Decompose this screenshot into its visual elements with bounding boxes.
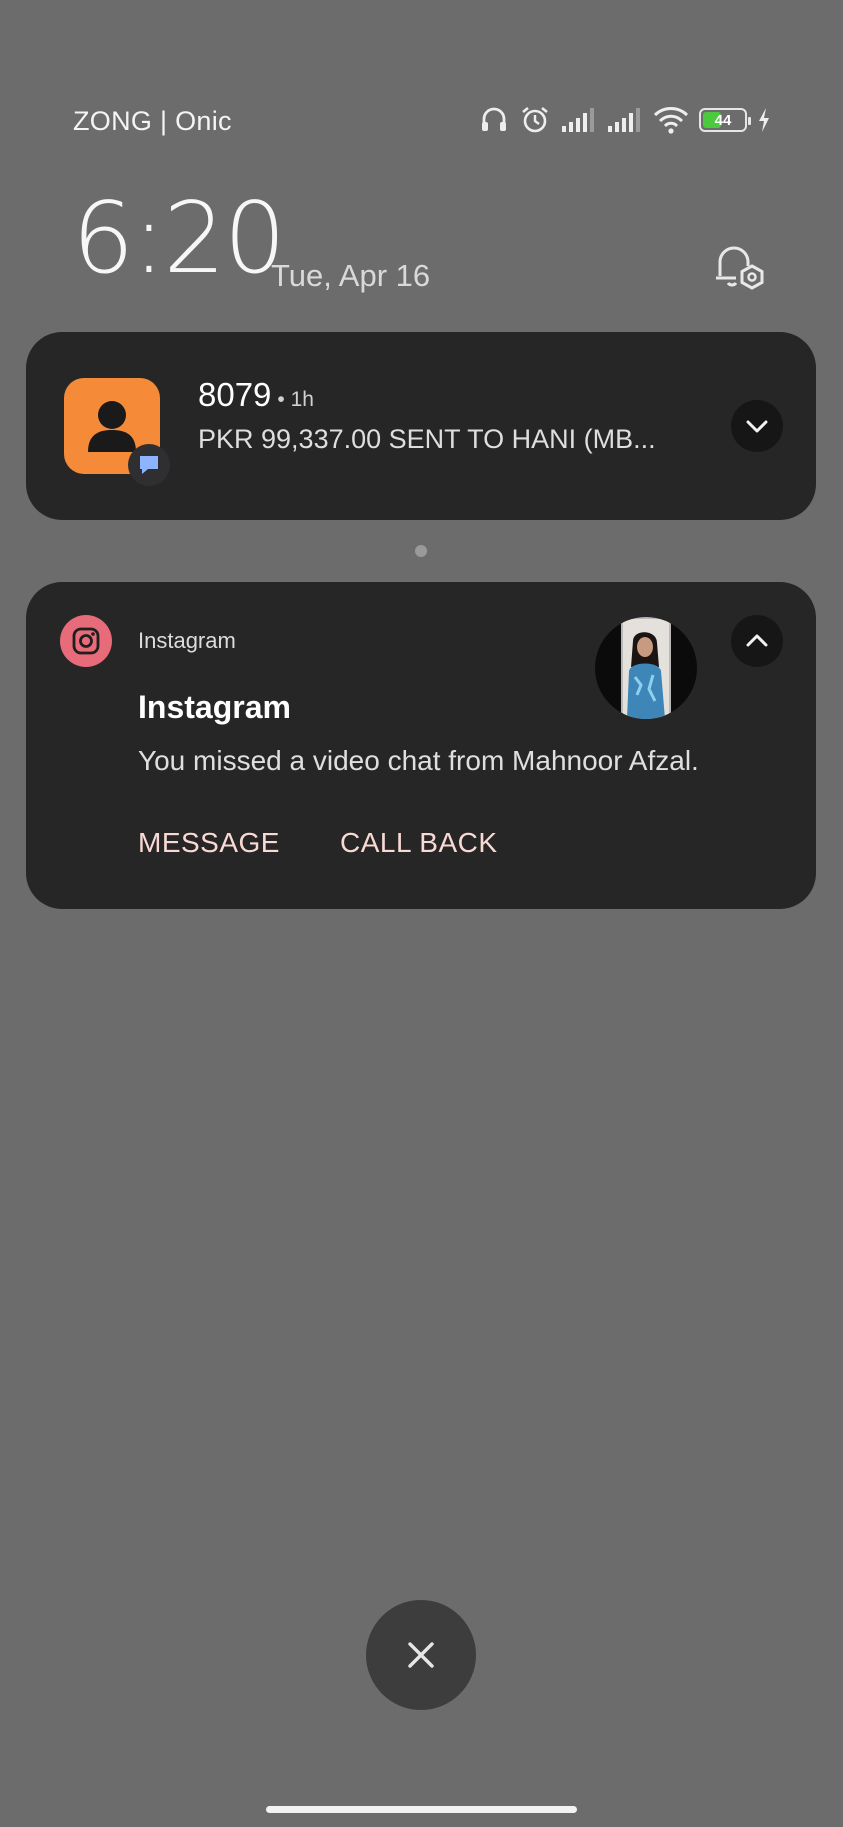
caller-avatar xyxy=(595,617,697,719)
notification-actions: MESSAGE CALL BACK xyxy=(138,827,498,859)
collapse-button[interactable] xyxy=(731,615,783,667)
signal-sim1-icon xyxy=(561,107,597,133)
sms-notification-card[interactable]: 8079 • 1h PKR 99,337.00 SENT TO HANI (MB.… xyxy=(26,332,816,520)
carrier-label: ZONG | Onic xyxy=(73,106,232,136)
message-button[interactable]: MESSAGE xyxy=(138,827,280,859)
lockscreen-date: Tue, Apr 16 xyxy=(271,258,431,293)
expand-button[interactable] xyxy=(731,400,783,452)
status-icons: 44 xyxy=(479,104,771,136)
charging-icon xyxy=(757,107,771,133)
notification-settings-icon[interactable] xyxy=(712,240,770,303)
alarm-icon xyxy=(519,104,551,136)
headset-icon xyxy=(479,105,509,135)
sms-time: • 1h xyxy=(277,388,314,411)
notification-app-name: Instagram xyxy=(138,628,236,653)
home-indicator[interactable] xyxy=(266,1806,577,1813)
instagram-icon xyxy=(60,615,112,667)
instagram-notification-card[interactable]: Instagram Instagram You missed a video c… xyxy=(26,582,816,909)
clear-all-button[interactable] xyxy=(366,1600,476,1710)
page-indicator-dot xyxy=(415,545,427,557)
close-icon xyxy=(408,1642,434,1668)
chevron-up-icon xyxy=(746,634,768,647)
signal-sim2-icon xyxy=(607,107,643,133)
notification-body: You missed a video chat from Mahnoor Afz… xyxy=(138,745,699,776)
sms-sender: 8079 • 1h xyxy=(198,376,314,414)
battery-icon: 44 xyxy=(699,108,751,132)
call-back-button[interactable]: CALL BACK xyxy=(340,827,498,859)
sms-preview: PKR 99,337.00 SENT TO HANI (MB... xyxy=(198,424,656,454)
wifi-icon xyxy=(653,106,689,134)
battery-level: 44 xyxy=(714,111,732,129)
sms-sender-name: 8079 xyxy=(198,376,272,413)
chevron-down-icon xyxy=(746,420,768,433)
battery-cap xyxy=(748,117,751,125)
notification-title: Instagram xyxy=(138,689,291,725)
lockscreen-clock: 6:20 xyxy=(72,182,286,296)
message-bubble-icon xyxy=(128,444,170,486)
